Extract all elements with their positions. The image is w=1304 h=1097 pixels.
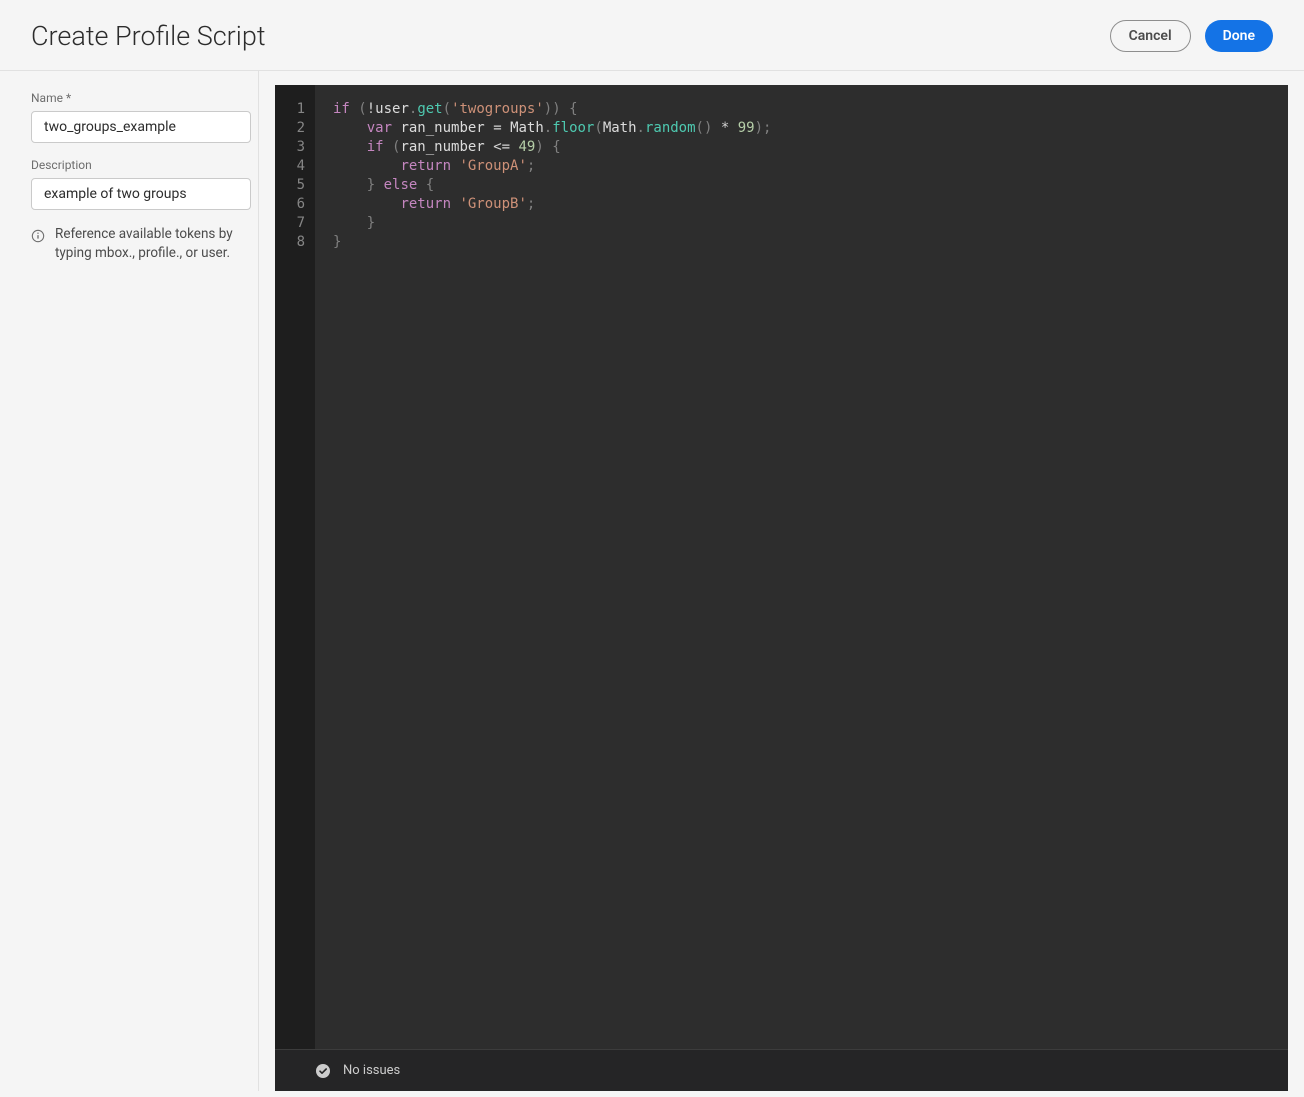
sidebar: Name * Description Reference available t… [0,71,259,1091]
line-number: 6 [275,195,305,214]
code-editor[interactable]: 1 2 3 4 5 6 7 8 if (!user.get('twogroups… [275,85,1288,1091]
line-number: 1 [275,100,305,119]
header: Create Profile Script Cancel Done [0,0,1304,71]
line-number: 3 [275,138,305,157]
line-number: 2 [275,119,305,138]
line-number: 5 [275,176,305,195]
editor-statusbar: No issues [275,1049,1288,1091]
header-actions: Cancel Done [1110,20,1273,52]
line-number: 4 [275,157,305,176]
editor-wrap: 1 2 3 4 5 6 7 8 if (!user.get('twogroups… [259,71,1304,1091]
info-text: Reference available tokens by typing mbo… [55,225,251,263]
check-circle-icon [315,1063,331,1079]
cancel-button[interactable]: Cancel [1110,20,1191,52]
info-icon [31,228,45,242]
line-number: 7 [275,214,305,233]
done-button[interactable]: Done [1205,20,1273,52]
description-field-group: Description [31,158,251,210]
name-field-group: Name * [31,91,251,143]
page-title: Create Profile Script [31,20,266,52]
status-text: No issues [343,1063,400,1078]
name-label: Name * [31,91,251,105]
description-input[interactable] [31,178,251,210]
name-input[interactable] [31,111,251,143]
info-row: Reference available tokens by typing mbo… [31,225,251,263]
line-number: 8 [275,233,305,252]
code-lines[interactable]: if (!user.get('twogroups')) { var ran_nu… [315,85,1288,1049]
line-gutter: 1 2 3 4 5 6 7 8 [275,85,315,1049]
code-area[interactable]: 1 2 3 4 5 6 7 8 if (!user.get('twogroups… [275,85,1288,1049]
description-label: Description [31,158,251,172]
content: Name * Description Reference available t… [0,71,1304,1091]
